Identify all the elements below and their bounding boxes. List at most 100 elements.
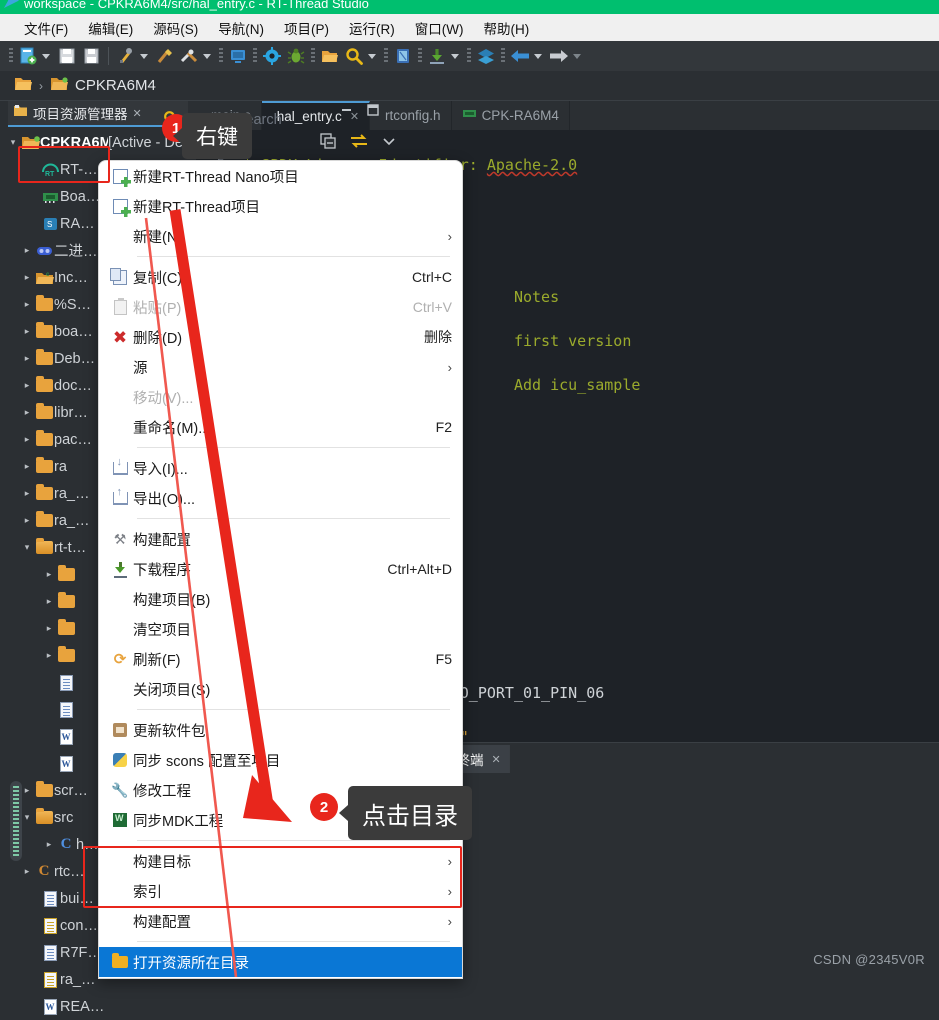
link-with-editor-icon[interactable] xyxy=(350,133,368,154)
project-explorer-close-icon[interactable]: ✕ xyxy=(133,107,142,120)
menu-item-rename[interactable]: 重命名(M)... F2 xyxy=(99,412,462,442)
toolbar-grip-2[interactable] xyxy=(219,48,223,64)
layers-icon[interactable] xyxy=(475,45,497,67)
breadcrumb-project-label[interactable]: CPKRA6M4 xyxy=(75,77,156,94)
chevron-right-icon[interactable]: ▸ xyxy=(42,569,56,580)
toolbar-grip-8[interactable] xyxy=(501,48,505,64)
menu-item-export[interactable]: 导出(O)... xyxy=(99,483,462,513)
chevron-right-icon[interactable]: ▸ xyxy=(42,623,56,634)
editor-tab-rtconfig-h[interactable]: rtconfig.h xyxy=(370,101,452,130)
toolbar-grip-6[interactable] xyxy=(418,48,422,64)
chevron-right-icon[interactable]: ▸ xyxy=(20,326,34,337)
chevron-right-icon[interactable]: ▸ xyxy=(20,380,34,391)
new-project-dropdown-icon[interactable] xyxy=(42,54,50,59)
chevron-right-icon[interactable]: ▸ xyxy=(20,866,34,877)
menu-item-new-rtthread-project[interactable]: 新建RT-Thread项目 xyxy=(99,191,462,221)
chevron-right-icon[interactable]: ▸ xyxy=(20,299,34,310)
menu-item-sync-scons-config[interactable]: 同步 scons 配置至项目 xyxy=(99,745,462,775)
toolbar-grip-7[interactable] xyxy=(467,48,471,64)
menu-item-help[interactable]: 帮助(H) xyxy=(473,15,539,41)
forward-dropdown-icon[interactable] xyxy=(573,54,581,59)
save-all-icon[interactable] xyxy=(80,45,102,67)
build-dropdown-icon[interactable] xyxy=(140,54,148,59)
search-icon[interactable] xyxy=(343,45,365,67)
chevron-right-icon[interactable]: ▸ xyxy=(20,461,34,472)
menu-item-new[interactable]: 新建(N) › xyxy=(99,221,462,251)
debug-bug-icon[interactable] xyxy=(285,45,307,67)
menu-item-open-resource-directory[interactable]: 打开资源所在目录 xyxy=(99,947,462,977)
sdk-manager-icon[interactable] xyxy=(392,45,414,67)
chevron-right-icon[interactable]: ▸ xyxy=(42,650,56,661)
build-icon[interactable] xyxy=(115,45,137,67)
chevron-right-icon[interactable]: ▸ xyxy=(20,785,34,796)
save-icon[interactable] xyxy=(56,45,78,67)
menu-item-new-rtthread-nano-project[interactable]: 新建RT-Thread Nano项目 xyxy=(99,161,462,191)
chevron-down-icon[interactable]: ▾ xyxy=(20,542,34,553)
download-icon[interactable] xyxy=(426,45,448,67)
toolbar-grip-4[interactable] xyxy=(311,48,315,64)
forward-icon[interactable] xyxy=(548,45,570,67)
menu-item-build-configuration[interactable]: 构建配置 › xyxy=(99,906,462,936)
toolbar-grip[interactable] xyxy=(9,48,13,64)
back-dropdown-icon[interactable] xyxy=(534,54,542,59)
search-dropdown-icon[interactable] xyxy=(368,54,376,59)
chevron-right-icon[interactable]: ▸ xyxy=(20,353,34,364)
maximize-icon[interactable] xyxy=(366,103,380,122)
chevron-right-icon[interactable]: ▸ xyxy=(42,596,56,607)
minimize-icon[interactable] xyxy=(340,103,354,122)
clean-icon[interactable] xyxy=(154,45,176,67)
chevron-right-icon[interactable]: ▸ xyxy=(42,839,56,850)
chevron-right-icon[interactable]: ▸ xyxy=(20,515,34,526)
editor-tab-cpk-ra6m4[interactable]: CPK-RA6M4 xyxy=(452,101,570,130)
settings-icon[interactable] xyxy=(261,45,283,67)
menu-item-source[interactable]: 源 › xyxy=(99,352,462,382)
menu-item-project[interactable]: 项目(P) xyxy=(274,15,339,41)
menu-item-import[interactable]: 导入(I)... xyxy=(99,453,462,483)
menu-item-run[interactable]: 运行(R) xyxy=(339,15,405,41)
chevron-right-icon[interactable]: ▸ xyxy=(20,434,34,445)
breadcrumb-workspace-folder-icon[interactable] xyxy=(14,76,32,96)
terminal-icon[interactable] xyxy=(227,45,249,67)
menu-item-source[interactable]: 源码(S) xyxy=(143,15,208,41)
menu-item-delete[interactable]: ✖ 删除(D) 删除 xyxy=(99,322,462,352)
chevron-down-icon[interactable]: ▾ xyxy=(6,137,20,148)
breadcrumb-project-folder-icon[interactable] xyxy=(50,76,68,96)
tree-label-board-folder: boa… xyxy=(54,324,93,340)
chevron-right-icon[interactable]: ▸ xyxy=(20,245,34,256)
download-dropdown-icon[interactable] xyxy=(451,54,459,59)
explorer-minimap-scrollbar[interactable] xyxy=(10,781,22,861)
chevron-right-icon[interactable]: ▸ xyxy=(20,407,34,418)
menu-item-clean-project[interactable]: 清空项目 xyxy=(99,614,462,644)
chevron-right-icon[interactable]: ▸ xyxy=(20,488,34,499)
menu-item-edit[interactable]: 编辑(E) xyxy=(78,15,143,41)
chevron-right-icon[interactable]: ▸ xyxy=(20,272,34,283)
menu-item-file[interactable]: 文件(F) xyxy=(14,15,78,41)
menu-item-download-program[interactable]: 下载程序 Ctrl+Alt+D xyxy=(99,554,462,584)
tools-dropdown-icon[interactable] xyxy=(203,54,211,59)
menu-item-index[interactable]: 索引 › xyxy=(99,876,462,906)
menu-item-update-packages[interactable]: 更新软件包 xyxy=(99,715,462,745)
menu-item-restore-from-local-history[interactable]: 从本地历史记录复原(Y)... xyxy=(99,977,462,979)
view-menu-chevron-icon[interactable] xyxy=(382,134,396,153)
new-project-icon[interactable] xyxy=(17,45,39,67)
collapse-all-icon[interactable] xyxy=(320,133,336,154)
menu-item-navigate[interactable]: 导航(N) xyxy=(208,15,274,41)
tree-item-readme[interactable]: W REA… xyxy=(40,993,196,1020)
menu-item-close-project[interactable]: 关闭项目(S) xyxy=(99,674,462,704)
tools-icon[interactable] xyxy=(178,45,200,67)
chevron-down-icon[interactable]: ▾ xyxy=(20,812,34,823)
back-icon[interactable] xyxy=(509,45,531,67)
menu-item-build-targets[interactable]: 构建目标 › xyxy=(99,846,462,876)
menu-item-refresh[interactable]: ⟳ 刷新(F) F5 xyxy=(99,644,462,674)
project-explorer-tab[interactable]: 项目资源管理器 ✕ xyxy=(8,101,188,127)
menu-item-build-configuration-top[interactable]: ⚒ 构建配置 xyxy=(99,524,462,554)
open-folder-icon[interactable] xyxy=(319,45,341,67)
close-icon[interactable]: ✕ xyxy=(492,753,501,766)
toolbar-grip-3[interactable] xyxy=(253,48,257,64)
menu-item-build-project[interactable]: 构建项目(B) xyxy=(99,584,462,614)
binaries-icon xyxy=(34,243,54,258)
toolbar-grip-5[interactable] xyxy=(384,48,388,64)
python-icon xyxy=(107,753,133,767)
menu-item-copy[interactable]: 复制(C) Ctrl+C xyxy=(99,262,462,292)
menu-item-window[interactable]: 窗口(W) xyxy=(405,15,474,41)
